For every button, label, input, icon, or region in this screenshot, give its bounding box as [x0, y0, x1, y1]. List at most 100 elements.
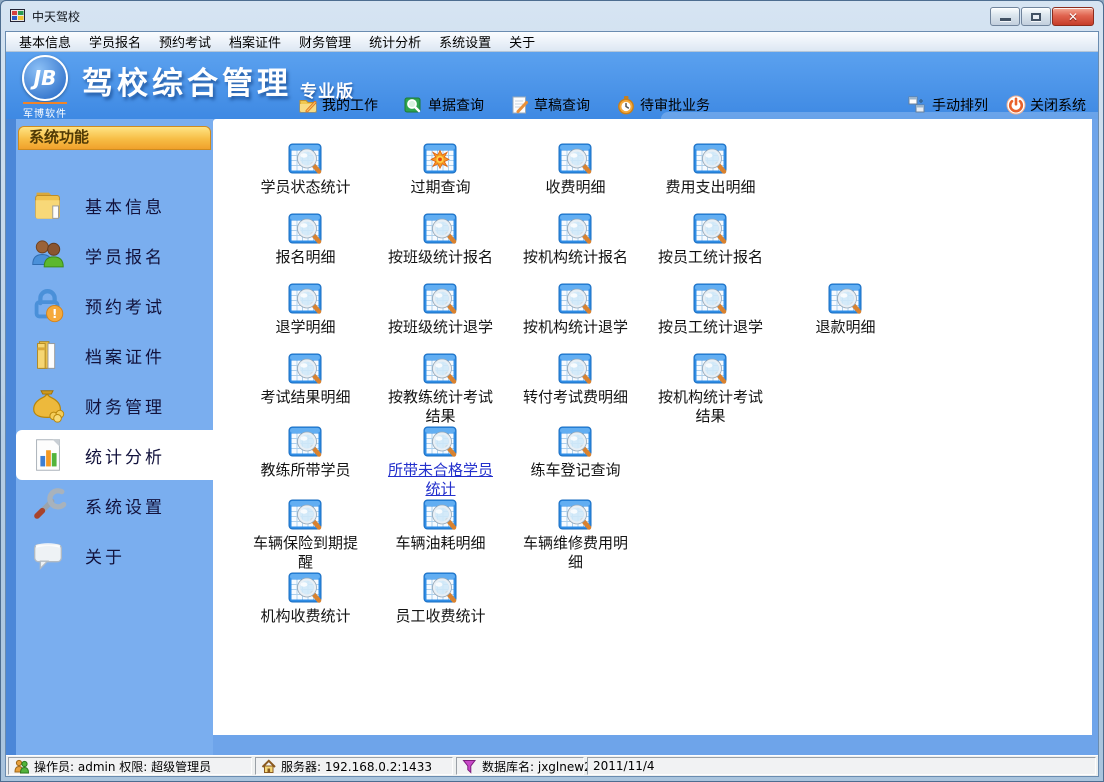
- feature-item-label: 转付考试费明细: [522, 388, 628, 406]
- feature-item[interactable]: 按机构统计报名: [508, 213, 643, 267]
- feature-row: 教练所带学员 所带未合格学员统计 练车登记查询: [238, 426, 1092, 499]
- menu-item[interactable]: 基本信息: [10, 32, 80, 51]
- feature-item[interactable]: 按班级统计退学: [373, 283, 508, 337]
- feature-item-label: 机构收费统计: [260, 607, 351, 625]
- draft-search-icon: [510, 95, 530, 115]
- table-search-icon: [288, 143, 324, 176]
- sidebar-item-label: 关于: [85, 547, 125, 568]
- my-work-button[interactable]: 我的工作: [298, 95, 378, 115]
- feature-item[interactable]: 按员工统计退学: [643, 283, 778, 337]
- feature-item-label: 按员工统计退学: [657, 318, 763, 336]
- sidebar-item[interactable]: 基本信息: [16, 180, 213, 230]
- feature-item[interactable]: 机构收费统计: [238, 572, 373, 626]
- table-search-icon: [558, 426, 594, 459]
- table-search-icon: [558, 143, 594, 176]
- menu-item[interactable]: 关于: [500, 32, 544, 51]
- feature-item[interactable]: 按班级统计报名: [373, 213, 508, 267]
- feature-item[interactable]: 报名明细: [238, 213, 373, 267]
- feature-item[interactable]: 退款明细: [778, 283, 913, 337]
- feature-item[interactable]: 所带未合格学员统计: [373, 426, 508, 499]
- sidebar-item[interactable]: 学员报名: [16, 230, 213, 280]
- app-title-text: 驾校综合管理: [82, 66, 292, 102]
- sidebar-items: 基本信息学员报名 ! 预约考试档案证件财务管理统计分析 系统设置关于: [16, 180, 213, 580]
- toolbar-item-label: 手动排列: [932, 98, 988, 114]
- feature-item-label: 练车登记查询: [530, 461, 621, 479]
- pending-approval-icon: [616, 95, 636, 115]
- arrange-windows-icon: [908, 95, 928, 115]
- table-search-icon: [288, 353, 324, 386]
- feature-item[interactable]: 过期查询: [373, 143, 508, 197]
- table-search-icon: [693, 353, 729, 386]
- feature-item[interactable]: 练车登记查询: [508, 426, 643, 480]
- feature-row: 报名明细 按班级统计报名 按机构统计报名 按员工统计报名: [238, 213, 1092, 283]
- feature-item[interactable]: 员工收费统计: [373, 572, 508, 626]
- feature-row: 车辆保险到期提醒 车辆油耗明细 车辆维修费用明细: [238, 499, 1092, 572]
- sidebar-item[interactable]: 系统设置: [16, 480, 213, 530]
- feature-item[interactable]: 考试结果明细: [238, 353, 373, 407]
- menu-item[interactable]: 档案证件: [220, 32, 290, 51]
- sidebar-item[interactable]: 关于: [16, 530, 213, 580]
- feature-item-label: 车辆保险到期提醒: [252, 534, 358, 571]
- feature-item-label: 车辆油耗明细: [395, 534, 486, 552]
- draft-search-button[interactable]: 草稿查询: [510, 95, 590, 115]
- database-icon: [462, 759, 477, 774]
- table-search-icon: [288, 213, 324, 246]
- menu-item[interactable]: 统计分析: [360, 32, 430, 51]
- feature-item[interactable]: 车辆保险到期提醒: [238, 499, 373, 572]
- feature-item[interactable]: 收费明细: [508, 143, 643, 197]
- feature-row: 学员状态统计 过期查询 收费明细 费用支出明细: [238, 143, 1092, 213]
- pending-approval-button[interactable]: 待审批业务: [616, 95, 710, 115]
- feature-item[interactable]: 按员工统计报名: [643, 213, 778, 267]
- sidebar-item[interactable]: 档案证件: [16, 330, 213, 380]
- feature-item[interactable]: 按教练统计考试结果: [373, 353, 508, 426]
- archive-icon: [26, 333, 70, 377]
- table-search-icon: [423, 572, 459, 605]
- menu-item[interactable]: 学员报名: [80, 32, 150, 51]
- feature-row: 机构收费统计 员工收费统计: [238, 572, 1092, 642]
- sidebar-item[interactable]: ! 预约考试: [16, 280, 213, 330]
- power-button[interactable]: 关闭系统: [1006, 95, 1086, 115]
- feature-item[interactable]: 教练所带学员: [238, 426, 373, 480]
- feature-item[interactable]: 转付考试费明细: [508, 353, 643, 407]
- feature-item[interactable]: 退学明细: [238, 283, 373, 337]
- menu-item[interactable]: 财务管理: [290, 32, 360, 51]
- feature-item[interactable]: 学员状态统计: [238, 143, 373, 197]
- table-search-icon: [423, 283, 459, 316]
- status-bar: 操作员: admin 权限: 超级管理员 服务器: 192.168.0.2:143…: [6, 755, 1098, 776]
- feature-item[interactable]: 车辆油耗明细: [373, 499, 508, 553]
- close-icon: ✕: [1067, 9, 1079, 24]
- menu-item[interactable]: 系统设置: [430, 32, 500, 51]
- sidebar-header: 系统功能: [18, 126, 211, 150]
- sidebar: 系统功能 基本信息学员报名 ! 预约考试档案证件财务管理统计分析 系统设置关于: [6, 119, 213, 755]
- close-button[interactable]: ✕: [1052, 7, 1094, 26]
- app-icon: [10, 8, 26, 24]
- feature-item[interactable]: 按机构统计考试结果: [643, 353, 778, 426]
- sidebar-item-label: 学员报名: [85, 247, 165, 268]
- bar-chart-icon: [26, 433, 70, 477]
- minimize-button[interactable]: [990, 7, 1020, 26]
- feature-item-label: 报名明细: [275, 248, 336, 266]
- feature-item-label: 按机构统计报名: [522, 248, 628, 266]
- arrange-windows-button[interactable]: 手动排列: [908, 95, 988, 115]
- sidebar-item[interactable]: 统计分析: [16, 430, 213, 480]
- feature-grid: 学员状态统计 过期查询 收费明细 费用支出明细 报名明细 按班级统计报名 按机构统计报名 按员…: [213, 119, 1092, 642]
- table-search-icon: [558, 499, 594, 532]
- feature-item[interactable]: 按机构统计退学: [508, 283, 643, 337]
- title-bar: 中天驾校 ✕: [1, 1, 1103, 31]
- menu-item[interactable]: 预约考试: [150, 32, 220, 51]
- sidebar-item-label: 财务管理: [85, 397, 165, 418]
- window-title: 中天驾校: [32, 9, 81, 24]
- sidebar-item-label: 基本信息: [85, 197, 165, 218]
- sidebar-item[interactable]: 财务管理: [16, 380, 213, 430]
- table-search-icon: [558, 283, 594, 316]
- sidebar-item-label: 档案证件: [85, 347, 165, 368]
- menu-bar: 基本信息 学员报名 预约考试 档案证件 财务管理 统计分析 系统设置 关于: [6, 32, 1098, 52]
- maximize-button[interactable]: [1021, 7, 1051, 26]
- maximize-icon: [1031, 12, 1041, 21]
- feature-item[interactable]: 车辆维修费用明细: [508, 499, 643, 572]
- document-search-button[interactable]: 单据查询: [404, 95, 484, 115]
- table-search-icon: [288, 572, 324, 605]
- students-icon: [26, 233, 70, 277]
- feature-item[interactable]: 费用支出明细: [643, 143, 778, 197]
- table-search-icon: [828, 283, 864, 316]
